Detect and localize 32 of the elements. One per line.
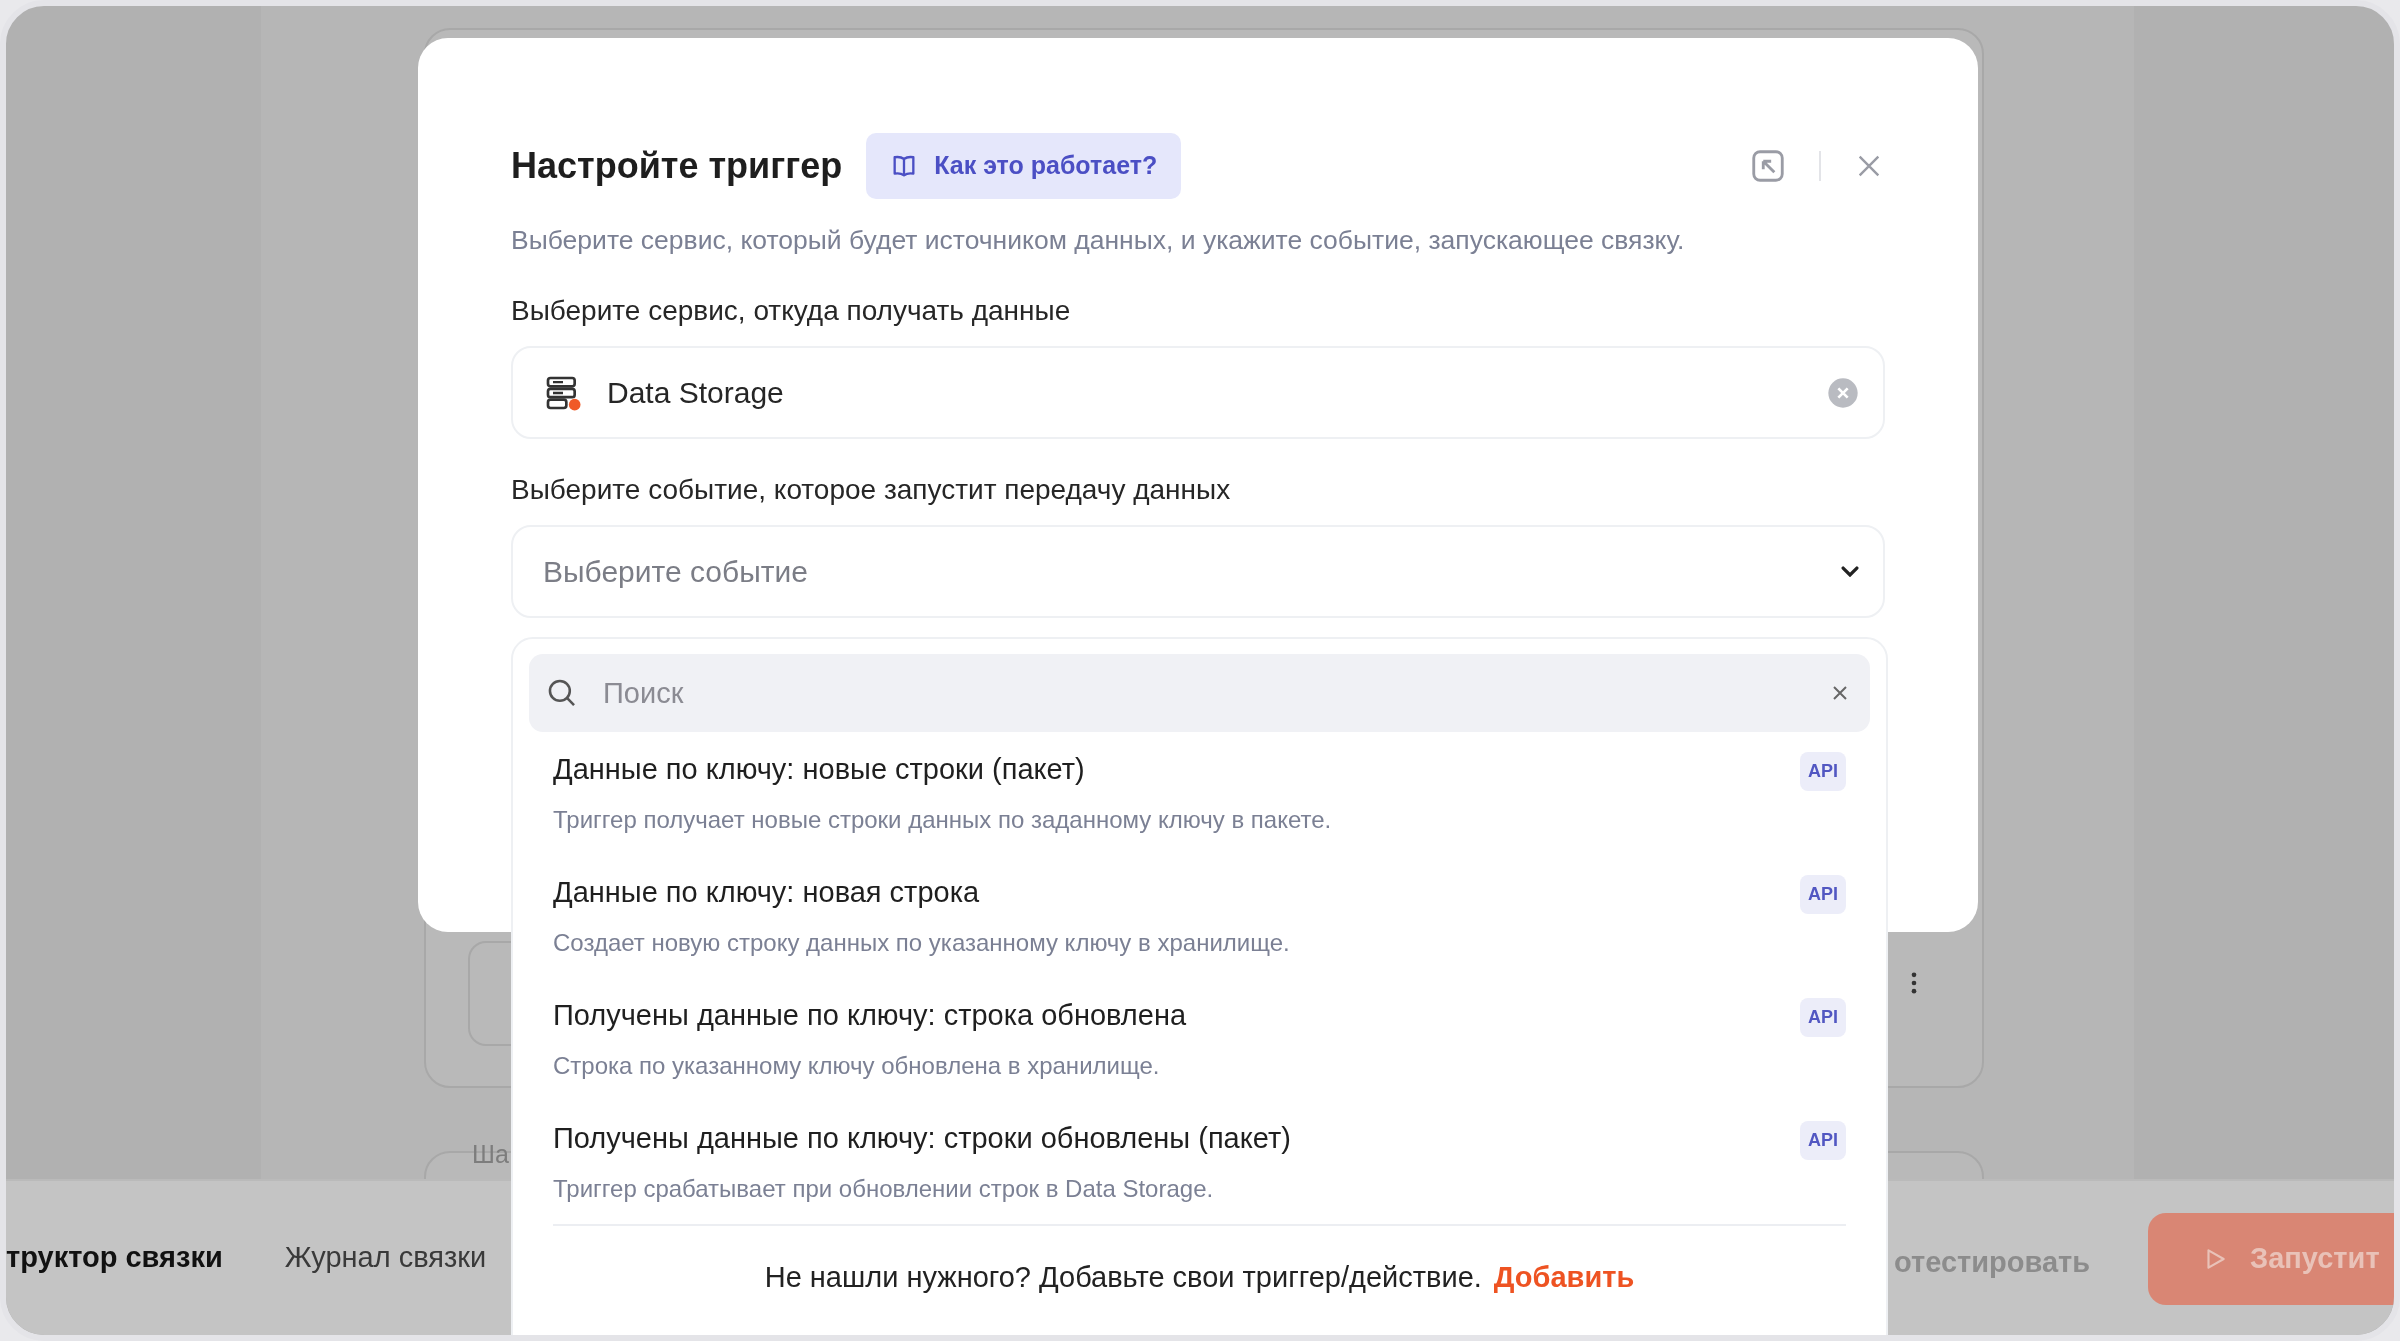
option-description: Триггер срабатывает при обновлении строк в Data Storage. [553,1173,1215,1204]
event-option[interactable]: Получены данные по ключу: строки обновлены (пакет) Триггер срабатывает при обновлении строк в Data Storage. API [529,1101,1870,1224]
event-option[interactable]: Данные по ключу: новая строка Создает новую строку данных по указанному ключу в хранилище. API [529,855,1870,978]
option-title: Получены данные по ключу: строка обновлена [553,998,1187,1033]
dialog-title: Настройте триггер [511,144,843,188]
option-title: Данные по ключу: новая строка [553,875,981,910]
event-option[interactable]: Данные по ключу: новые строки (пакет) Триггер получает новые строки данных по заданному ключу в пакете. API [529,732,1870,855]
footer-text: Не нашли нужного? Добавьте свои триггер/действие. [764,1261,1482,1293]
step-label: Ша [472,1139,509,1170]
event-option[interactable]: Получены данные по ключу: строка обновлена Строка по указанному ключу обновлена в хранилище. API [529,978,1870,1101]
field-label: Выберите событие, которое запустит передачу данных [511,473,1232,508]
chevron-down-icon [1841,566,1859,578]
event-select[interactable]: Выберите событие [511,525,1885,619]
field-label: Выберите сервис, откуда получать данные [511,294,1072,329]
option-title: Данные по ключу: новые строки (пакет) [553,752,1086,787]
api-badge: API [1800,752,1846,791]
option-description: Создает новую строку данных по указанному ключу в хранилище. [553,927,1290,958]
dialog-subtitle: Выберите сервис, который будет источником данных, и укажите событие, запускающее связку. [511,223,1686,257]
clear-icon [1827,376,1859,409]
api-badge: API [1800,998,1846,1037]
api-badge: API [1800,875,1846,914]
search-field[interactable]: Поиск [529,654,1870,732]
option-title: Получены данные по ключу: строки обновлены (пакет) [553,1121,1291,1156]
option-description: Строка по указанному ключу обновлена в хранилище. [553,1050,1161,1081]
clear-button[interactable] [1827,376,1859,409]
add-link[interactable]: Добавить [1493,1261,1635,1293]
api-badge: API [1800,1121,1846,1160]
help-button[interactable]: Как это работает? [866,133,1182,199]
tab[interactable]: Журнал связки [284,1236,487,1280]
option-description: Триггер получает новые строки данных по заданному ключу в пакете. [553,804,1332,835]
service-field[interactable]: Data Storage [511,346,1885,440]
tab[interactable]: труктор связки [6,1236,223,1280]
